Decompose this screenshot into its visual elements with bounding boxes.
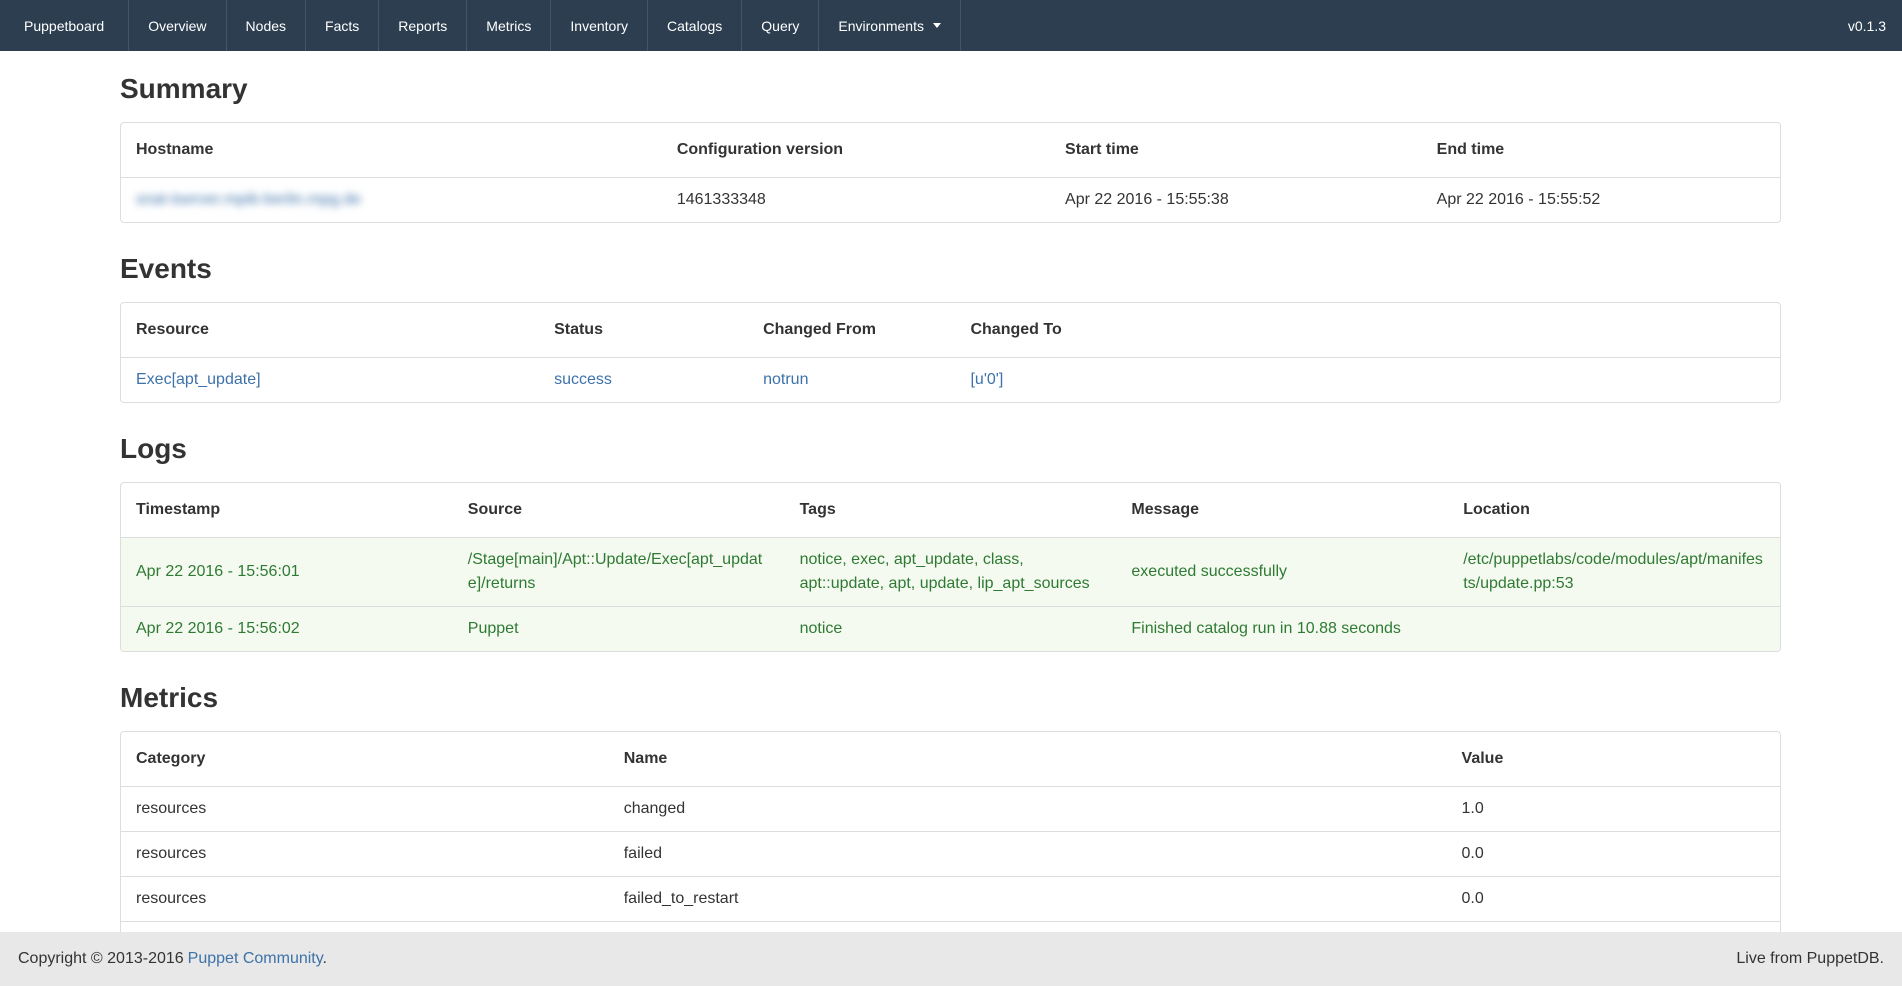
cell-start-time: Apr 22 2016 - 15:55:38 xyxy=(1050,178,1422,223)
logs-heading: Logs xyxy=(120,433,1781,464)
cell-hostname: snat-tserver.mpib-berlin.mpg.de xyxy=(121,178,662,223)
cell-source: Puppet xyxy=(453,607,785,652)
summary-col-start-time: Start time xyxy=(1050,123,1422,178)
metrics-table: Category Name Value resources changed 1.… xyxy=(121,732,1780,966)
event-row: Exec[apt_update] success notrun [u'0'] xyxy=(121,358,1780,403)
cell-value: 0.0 xyxy=(1447,877,1780,922)
summary-section: Summary Hostname Configuration version S… xyxy=(120,73,1781,223)
cell-tags: notice xyxy=(785,607,1117,652)
metrics-header-row: Category Name Value xyxy=(121,732,1780,787)
navbar-version-area: v0.1.3 xyxy=(1832,0,1902,51)
nav-item-facts[interactable]: Facts xyxy=(305,0,378,51)
cell-category: resources xyxy=(121,832,609,877)
cell-status: success xyxy=(539,358,748,403)
summary-col-hostname: Hostname xyxy=(121,123,662,178)
copyright-period: . xyxy=(323,950,327,967)
metric-row: resources failed 0.0 xyxy=(121,832,1780,877)
logs-col-message: Message xyxy=(1116,483,1448,538)
cell-message: Finished catalog run in 10.88 seconds xyxy=(1116,607,1448,652)
cell-resource: Exec[apt_update] xyxy=(121,358,539,403)
cell-config-version: 1461333348 xyxy=(662,178,1050,223)
logs-header-row: Timestamp Source Tags Message Location xyxy=(121,483,1780,538)
footer-copyright: Copyright © 2013-2016Puppet Community. xyxy=(18,950,327,968)
events-col-status: Status xyxy=(539,303,748,358)
metrics-col-category: Category xyxy=(121,732,609,787)
chevron-down-icon xyxy=(933,23,941,28)
changed-from-link[interactable]: notrun xyxy=(763,371,808,388)
logs-table: Timestamp Source Tags Message Location A… xyxy=(121,483,1780,651)
nav-item-nodes[interactable]: Nodes xyxy=(226,0,305,51)
summary-col-config-version: Configuration version xyxy=(662,123,1050,178)
resource-link[interactable]: Exec[apt_update] xyxy=(136,371,261,388)
summary-header-row: Hostname Configuration version Start tim… xyxy=(121,123,1780,178)
summary-row: snat-tserver.mpib-berlin.mpg.de 14613333… xyxy=(121,178,1780,223)
metrics-section: Metrics Category Name Value resources c xyxy=(120,682,1781,967)
events-section: Events Resource Status Changed From Chan… xyxy=(120,253,1781,403)
log-row: Apr 22 2016 - 15:56:02 Puppet notice Fin… xyxy=(121,607,1780,652)
status-link[interactable]: success xyxy=(554,371,612,388)
metric-row: resources changed 1.0 xyxy=(121,787,1780,832)
events-heading: Events xyxy=(120,253,1781,284)
logs-col-location: Location xyxy=(1448,483,1780,538)
cell-source: /Stage[main]/Apt::Update/Exec[apt_update… xyxy=(453,538,785,607)
events-col-changed-to: Changed To xyxy=(955,303,1780,358)
metric-row: resources failed_to_restart 0.0 xyxy=(121,877,1780,922)
cell-changed-from: notrun xyxy=(748,358,955,403)
nav-dropdown-environments[interactable]: Environments xyxy=(818,0,961,51)
puppet-community-link[interactable]: Puppet Community xyxy=(188,950,323,967)
logs-section: Logs Timestamp Source Tags Message Locat… xyxy=(120,433,1781,652)
cell-location xyxy=(1448,607,1780,652)
events-col-resource: Resource xyxy=(121,303,539,358)
events-header-row: Resource Status Changed From Changed To xyxy=(121,303,1780,358)
top-navbar: Puppetboard Overview Nodes Facts Reports… xyxy=(0,0,1902,51)
events-table-panel: Resource Status Changed From Changed To … xyxy=(120,302,1781,403)
cell-name: failed xyxy=(609,832,1447,877)
metrics-heading: Metrics xyxy=(120,682,1781,713)
logs-col-source: Source xyxy=(453,483,785,538)
nav-item-catalogs[interactable]: Catalogs xyxy=(647,0,741,51)
nav-item-metrics[interactable]: Metrics xyxy=(466,0,550,51)
cell-value: 0.0 xyxy=(1447,832,1780,877)
cell-timestamp: Apr 22 2016 - 15:56:01 xyxy=(121,538,453,607)
cell-location: /etc/puppetlabs/code/modules/apt/manifes… xyxy=(1448,538,1780,607)
footer-live-status: Live from PuppetDB. xyxy=(1736,950,1884,968)
copyright-text: Copyright © 2013-2016 xyxy=(18,950,184,967)
logs-table-panel: Timestamp Source Tags Message Location A… xyxy=(120,482,1781,652)
live-from-puppetdb-text: Live from PuppetDB. xyxy=(1736,950,1884,967)
cell-name: changed xyxy=(609,787,1447,832)
cell-name: failed_to_restart xyxy=(609,877,1447,922)
cell-tags: notice, exec, apt_update, class, apt::up… xyxy=(785,538,1117,607)
events-table: Resource Status Changed From Changed To … xyxy=(121,303,1780,402)
changed-to-link[interactable]: [u'0'] xyxy=(970,371,1003,388)
nav-item-overview[interactable]: Overview xyxy=(128,0,225,51)
cell-message: executed successfully xyxy=(1116,538,1448,607)
metrics-col-name: Name xyxy=(609,732,1447,787)
nav-dropdown-environments-label: Environments xyxy=(838,18,924,34)
version-label: v0.1.3 xyxy=(1848,18,1886,34)
summary-col-end-time: End time xyxy=(1422,123,1780,178)
logs-col-tags: Tags xyxy=(785,483,1117,538)
log-row: Apr 22 2016 - 15:56:01 /Stage[main]/Apt:… xyxy=(121,538,1780,607)
nav-item-reports[interactable]: Reports xyxy=(378,0,466,51)
events-col-changed-from: Changed From xyxy=(748,303,955,358)
cell-changed-to: [u'0'] xyxy=(955,358,1780,403)
nav-item-query[interactable]: Query xyxy=(741,0,818,51)
cell-category: resources xyxy=(121,877,609,922)
cell-value: 1.0 xyxy=(1447,787,1780,832)
metrics-col-value: Value xyxy=(1447,732,1780,787)
nav-item-inventory[interactable]: Inventory xyxy=(550,0,647,51)
navbar-brand-puppetboard[interactable]: Puppetboard xyxy=(0,0,128,51)
main-content: Summary Hostname Configuration version S… xyxy=(120,73,1781,967)
hostname-link[interactable]: snat-tserver.mpib-berlin.mpg.de xyxy=(136,191,361,208)
navbar-menu: Puppetboard Overview Nodes Facts Reports… xyxy=(0,0,961,51)
cell-category: resources xyxy=(121,787,609,832)
summary-table: Hostname Configuration version Start tim… xyxy=(121,123,1780,222)
cell-end-time: Apr 22 2016 - 15:55:52 xyxy=(1422,178,1780,223)
summary-heading: Summary xyxy=(120,73,1781,104)
logs-col-timestamp: Timestamp xyxy=(121,483,453,538)
summary-table-panel: Hostname Configuration version Start tim… xyxy=(120,122,1781,223)
page-footer: Copyright © 2013-2016Puppet Community. L… xyxy=(0,932,1902,986)
cell-timestamp: Apr 22 2016 - 15:56:02 xyxy=(121,607,453,652)
